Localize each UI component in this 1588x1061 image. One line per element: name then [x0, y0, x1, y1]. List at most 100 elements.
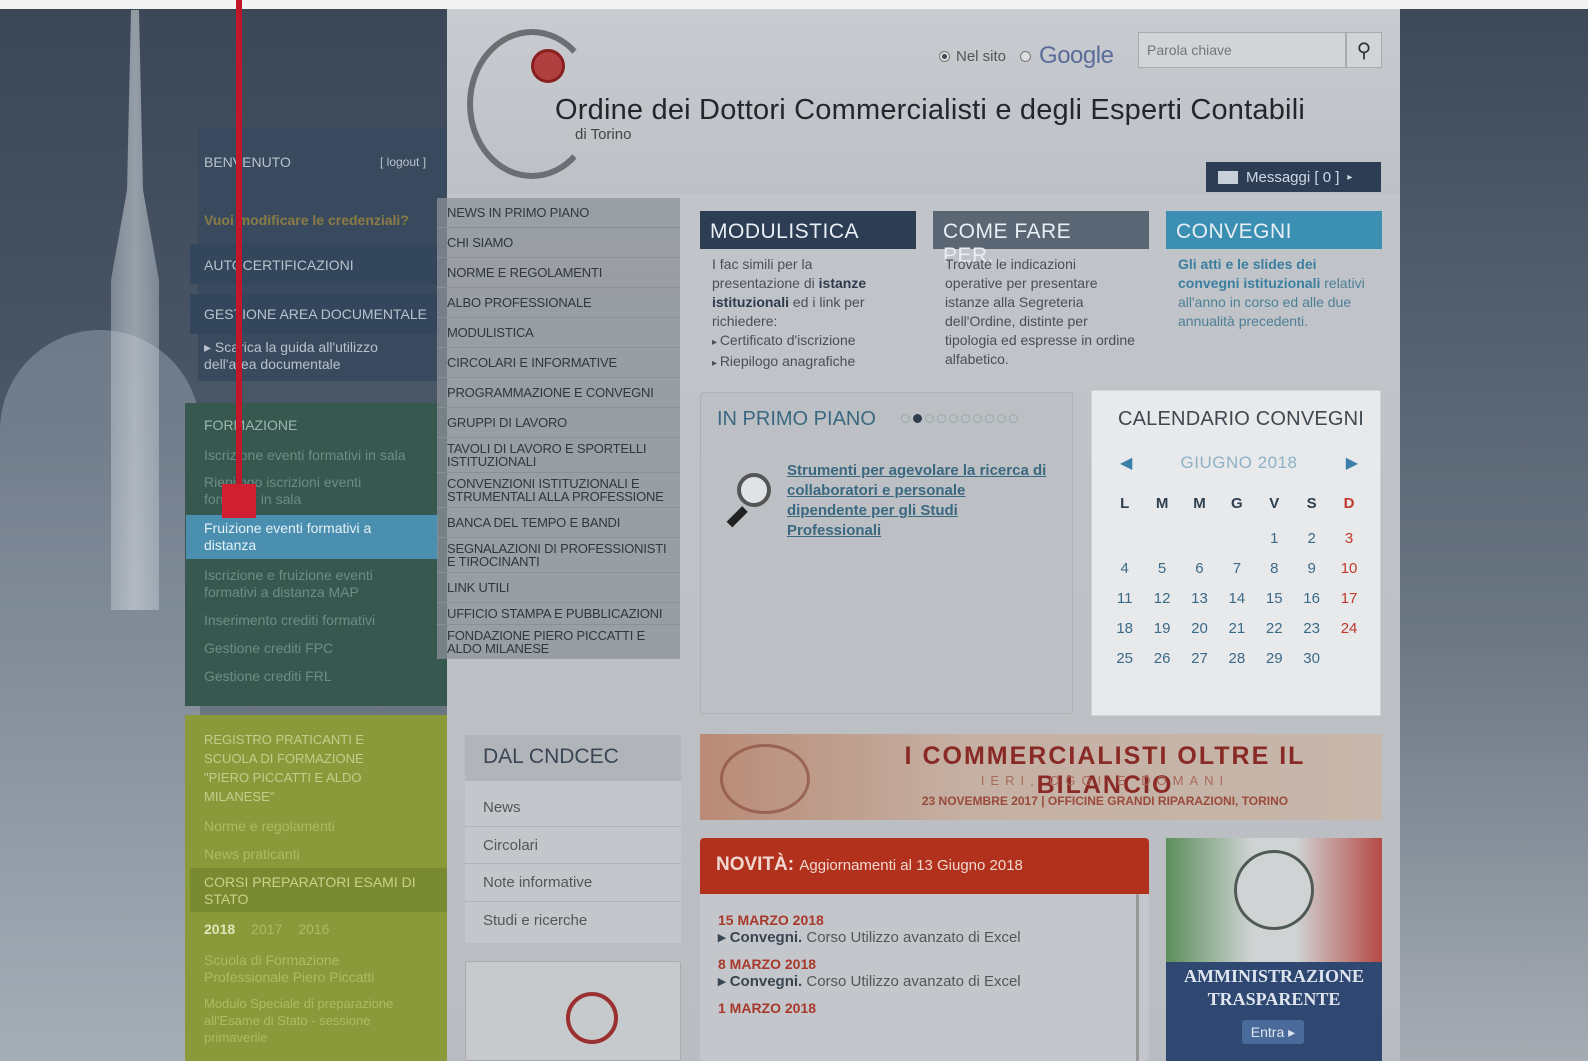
event-banner[interactable]: I COMMERCIALISTI OLTRE IL BILANCIO IERI,… — [700, 734, 1382, 820]
slide-dot[interactable] — [937, 414, 946, 423]
menu-item-news[interactable]: NEWS IN PRIMO PIANO — [437, 198, 680, 228]
calendar-day[interactable]: 8 — [1256, 554, 1293, 584]
calendar-day[interactable]: 15 — [1256, 584, 1293, 614]
menu-item-convenzioni[interactable]: CONVENZIONI ISTITUZIONALI E STRUMENTALI … — [437, 473, 680, 508]
change-credentials-link[interactable]: Vuoi modificare le credenziali? — [204, 212, 409, 229]
menu-item-programmazione[interactable]: PROGRAMMAZIONE E CONVEGNI — [437, 378, 680, 408]
calendar-day[interactable]: 2 — [1293, 524, 1330, 554]
convegni-box[interactable]: CONVEGNI Gli atti e le slides dei conveg… — [1166, 211, 1382, 337]
calendar-day[interactable]: 28 — [1218, 644, 1255, 674]
radio-google[interactable] — [1020, 50, 1032, 62]
calendar-day[interactable]: 24 — [1330, 614, 1367, 644]
modulo-link[interactable]: Modulo Speciale di preparazione all'Esam… — [204, 995, 434, 1046]
cndcec-title: DAL CNDCEC — [465, 735, 681, 781]
slide-dot[interactable] — [925, 414, 934, 423]
calendar-day[interactable]: 7 — [1218, 554, 1255, 584]
calendar-day[interactable]: 13 — [1181, 584, 1218, 614]
scuola-link[interactable]: Scuola di Formazione Professionale Piero… — [204, 952, 414, 986]
modulistica-link-riepilogo[interactable]: Riepilogo anagrafiche — [712, 352, 904, 373]
year-tab-2018[interactable]: 2018 — [204, 921, 235, 937]
prev-month-arrow-icon[interactable]: ◀ — [1120, 453, 1132, 473]
menu-item-albo[interactable]: ALBO PROFESSIONALE — [437, 288, 680, 318]
calendar-day[interactable]: 16 — [1293, 584, 1330, 614]
magnifier-icon — [723, 471, 773, 528]
menu-item-banca[interactable]: BANCA DEL TEMPO E BANDI — [437, 508, 680, 538]
novita-list: 15 MARZO 2018 ▸ Convegni. Corso Utilizzo… — [700, 894, 1139, 1061]
sidebar-item-fruizione-distanza[interactable]: Fruizione eventi formativi a distanza — [186, 515, 438, 559]
calendar-day[interactable]: 20 — [1181, 614, 1218, 644]
news-praticanti-link[interactable]: News praticanti — [204, 846, 300, 863]
trasparenza-panel[interactable]: AMMINISTRAZIONE TRASPARENTE Entra ▸ — [1166, 838, 1382, 1061]
calendar-day[interactable]: 10 — [1330, 554, 1367, 584]
slide-dot[interactable] — [1009, 414, 1018, 423]
logout-link[interactable]: [ logout ] — [380, 154, 426, 171]
novita-item[interactable]: ▸ Convegni. Corso Utilizzo avanzato di E… — [700, 972, 1136, 990]
calendar-day[interactable]: 27 — [1181, 644, 1218, 674]
slide-dot[interactable] — [913, 414, 922, 423]
year-tab-2016[interactable]: 2016 — [298, 921, 329, 937]
cndcec-link-note[interactable]: Note informative — [465, 864, 681, 902]
calendar-day[interactable]: 25 — [1106, 644, 1143, 674]
calendar-day[interactable]: 11 — [1106, 584, 1143, 614]
entra-button[interactable]: Entra ▸ — [1242, 1020, 1304, 1044]
calendar-day[interactable]: 19 — [1143, 614, 1180, 644]
menu-item-ufficio-stampa[interactable]: UFFICIO STAMPA E PUBBLICAZIONI — [437, 603, 680, 625]
site-subtitle: di Torino — [575, 126, 632, 143]
search-input[interactable] — [1138, 32, 1346, 68]
calendar-day[interactable]: 29 — [1256, 644, 1293, 674]
calendar-day[interactable]: 22 — [1256, 614, 1293, 644]
calendar-day[interactable]: 17 — [1330, 584, 1367, 614]
menu-item-chi-siamo[interactable]: CHI SIAMO — [437, 228, 680, 258]
slide-dot[interactable] — [961, 414, 970, 423]
novita-date: 1 MARZO 2018 — [718, 1000, 817, 1016]
cndcec-link-news[interactable]: News — [465, 789, 681, 827]
calendar-day[interactable]: 23 — [1293, 614, 1330, 644]
calendar-day[interactable]: 21 — [1218, 614, 1255, 644]
slide-dot[interactable] — [973, 414, 982, 423]
menu-item-gruppi[interactable]: GRUPPI DI LAVORO — [437, 408, 680, 438]
menu-item-segnalazioni[interactable]: SEGNALAZIONI DI PROFESSIONISTI E TIROCIN… — [437, 538, 680, 573]
calendar-day[interactable]: 9 — [1293, 554, 1330, 584]
search-button[interactable]: ⚲ — [1346, 32, 1382, 68]
menu-item-norme[interactable]: NORME E REGOLAMENTI — [437, 258, 680, 288]
sidebar-item-crediti-fpc[interactable]: Gestione crediti FPC — [204, 640, 333, 657]
calendar-day[interactable]: 30 — [1293, 644, 1330, 674]
messages-label: Messaggi [ 0 ] — [1246, 168, 1340, 186]
autocert-link[interactable]: AUTOCERTIFICAZIONI — [204, 257, 354, 274]
next-month-arrow-icon[interactable]: ▶ — [1346, 453, 1358, 473]
sidebar-item-map[interactable]: Iscrizione e fruizione eventi formativi … — [204, 567, 414, 601]
sidebar-item-crediti-frl[interactable]: Gestione crediti FRL — [204, 668, 332, 685]
menu-item-fondazione[interactable]: FONDAZIONE PIERO PICCATTI E ALDO MILANES… — [437, 625, 680, 659]
novita-item[interactable]: ▸ Convegni. Corso Utilizzo avanzato di E… — [700, 928, 1136, 946]
calendar-day[interactable]: 6 — [1181, 554, 1218, 584]
come-fare-box[interactable]: COME FARE PER... Trovate le indicazioni … — [933, 211, 1149, 375]
calendar-day[interactable]: 18 — [1106, 614, 1143, 644]
menu-item-tavoli[interactable]: TAVOLI DI LAVORO E SPORTELLI ISTITUZIONA… — [437, 438, 680, 473]
sidebar-item-inserimento-crediti[interactable]: Inserimento crediti formativi — [204, 612, 375, 629]
primo-piano-link[interactable]: Strumenti per agevolare la ricerca di co… — [787, 461, 1047, 541]
menu-item-link[interactable]: LINK UTILI — [437, 573, 680, 603]
calendar-day[interactable]: 3 — [1330, 524, 1367, 554]
calendar-day — [1106, 524, 1143, 554]
calendar-day[interactable]: 1 — [1256, 524, 1293, 554]
slide-dot[interactable] — [949, 414, 958, 423]
modulistica-link-certificato[interactable]: Certificato d'iscrizione — [712, 331, 904, 352]
calendar-day[interactable]: 5 — [1143, 554, 1180, 584]
calendar-day[interactable]: 14 — [1218, 584, 1255, 614]
calendar-day[interactable]: 4 — [1106, 554, 1143, 584]
messages-button[interactable]: Messaggi [ 0 ] ▸ — [1206, 162, 1381, 192]
cndcec-link-circolari[interactable]: Circolari — [465, 827, 681, 864]
slide-dot[interactable] — [997, 414, 1006, 423]
menu-item-circolari[interactable]: CIRCOLARI E INFORMATIVE — [437, 348, 680, 378]
slide-dot[interactable] — [901, 414, 910, 423]
norme-link[interactable]: Norme e regolamenti — [204, 818, 335, 835]
radio-nel-sito[interactable] — [939, 50, 950, 62]
calendar-day[interactable]: 26 — [1143, 644, 1180, 674]
year-tab-2017[interactable]: 2017 — [251, 921, 282, 937]
slide-dot[interactable] — [985, 414, 994, 423]
calendar-day[interactable]: 12 — [1143, 584, 1180, 614]
calendar-month: GIUGNO 2018 — [1180, 453, 1298, 472]
menu-item-modulistica[interactable]: MODULISTICA — [437, 318, 680, 348]
cndcec-link-studi[interactable]: Studi e ricerche — [465, 902, 681, 940]
modulistica-box[interactable]: MODULISTICA I fac simili per la presenta… — [700, 211, 916, 379]
